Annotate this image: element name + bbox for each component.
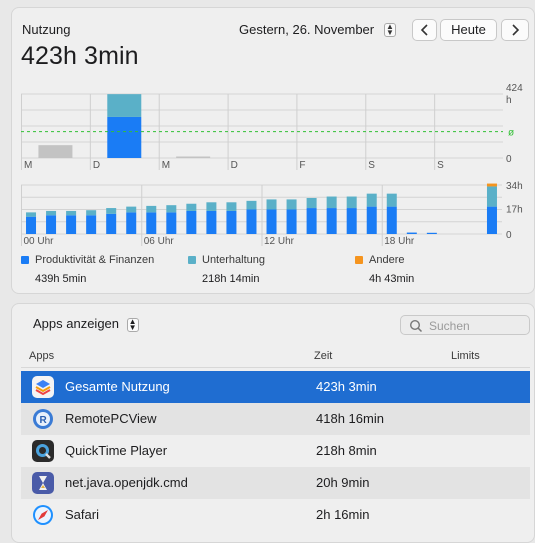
hourly-bar-segment bbox=[166, 212, 177, 234]
layers-stack-icon bbox=[32, 376, 54, 398]
app-usage-time: 423h 3min bbox=[316, 379, 377, 394]
hourly-bar-segment bbox=[186, 203, 197, 211]
hourly-bar-segment bbox=[26, 212, 37, 217]
app-name: Safari bbox=[65, 507, 99, 522]
search-field[interactable]: Suchen bbox=[400, 315, 530, 335]
hourly-y-label: 34h bbox=[506, 181, 523, 192]
apps-view-label: Apps anzeigen bbox=[33, 316, 120, 331]
hourly-bar-segment bbox=[186, 210, 197, 234]
hourly-bar-segment bbox=[66, 215, 77, 234]
hourly-bar-segment bbox=[306, 208, 317, 234]
hourly-x-label: 06 Uhr bbox=[144, 236, 175, 247]
legend-color-swatch bbox=[188, 256, 196, 264]
hourly-bar-segment bbox=[426, 232, 437, 234]
hourly-bar-segment bbox=[326, 208, 337, 234]
hourly-bar-segment bbox=[486, 183, 497, 187]
hourly-bar-segment bbox=[246, 200, 257, 210]
hourly-bar-segment bbox=[86, 210, 97, 216]
hourly-y-label: 17h bbox=[506, 205, 523, 216]
search-placeholder: Suchen bbox=[429, 319, 470, 333]
hourly-bar-segment bbox=[346, 208, 357, 234]
hourglass-icon bbox=[32, 472, 54, 494]
svg-text:R: R bbox=[40, 415, 48, 426]
hourly-bar-segment bbox=[366, 193, 377, 207]
hourly-usage-chart: 00 Uhr 06 Uhr 12 Uhr 18 Uhr 34h 17h 0 bbox=[21, 181, 523, 247]
legend-label: Unterhaltung bbox=[202, 254, 265, 266]
app-name: Gesamte Nutzung bbox=[65, 379, 170, 394]
hourly-bar-segment bbox=[286, 199, 297, 210]
apps-view-selector[interactable]: Apps anzeigen ▲ ▼ bbox=[33, 316, 139, 332]
hourly-bar-segment bbox=[46, 215, 57, 234]
app-usage-time: 218h 8min bbox=[316, 443, 377, 458]
column-header-limits[interactable]: Limits bbox=[451, 350, 480, 362]
hourly-x-label: 18 Uhr bbox=[384, 236, 415, 247]
apps-table-header: Apps Zeit Limits bbox=[21, 345, 530, 368]
app-name: RemotePCView bbox=[65, 411, 157, 426]
app-row[interactable]: net.java.openjdk.cmd 20h 9min bbox=[21, 467, 530, 499]
hourly-bar-segment bbox=[306, 197, 317, 209]
legend-label: Produktivität & Finanzen bbox=[35, 254, 155, 266]
hourly-bar-segment bbox=[126, 212, 137, 234]
safari-compass-icon bbox=[32, 504, 54, 526]
app-row[interactable]: R RemotePCView 418h 16min bbox=[21, 403, 530, 435]
legend-value: 4h 43min bbox=[369, 273, 415, 285]
hourly-bar-segment bbox=[486, 206, 497, 234]
hourly-bar-segment bbox=[346, 196, 357, 209]
hourly-bar-segment bbox=[106, 213, 117, 234]
hourly-bar-segment bbox=[86, 215, 97, 234]
hourly-bar-segment bbox=[146, 205, 157, 213]
hourly-bar-segment bbox=[386, 206, 397, 234]
hourly-bar-segment bbox=[246, 209, 257, 234]
search-icon bbox=[409, 319, 423, 333]
hourly-bar-segment bbox=[266, 199, 277, 210]
hourly-bar-segment bbox=[26, 216, 37, 234]
hourly-bar-segment bbox=[226, 210, 237, 234]
hourly-bar-segment bbox=[406, 232, 417, 234]
hourly-bar-segment bbox=[46, 210, 57, 216]
legend-value: 439h 5min bbox=[35, 273, 87, 285]
hourly-bar-segment bbox=[206, 202, 217, 211]
hourly-bar-segment bbox=[366, 206, 377, 234]
app-name: QuickTime Player bbox=[65, 443, 168, 458]
hourly-bar-segment bbox=[266, 209, 277, 234]
app-name: net.java.openjdk.cmd bbox=[65, 475, 188, 490]
hourly-x-label: 00 Uhr bbox=[24, 236, 55, 247]
app-row[interactable]: Gesamte Nutzung 423h 3min bbox=[21, 371, 530, 403]
app-usage-time: 418h 16min bbox=[316, 411, 384, 426]
quicktime-icon bbox=[32, 440, 54, 462]
legend-color-swatch bbox=[355, 256, 363, 264]
column-header-time[interactable]: Zeit bbox=[314, 350, 332, 362]
legend-color-swatch bbox=[21, 256, 29, 264]
hourly-bar-segment bbox=[126, 206, 137, 213]
legend-value: 218h 14min bbox=[202, 273, 260, 285]
hourly-bar-segment bbox=[66, 210, 77, 216]
hourly-y-label: 0 bbox=[506, 230, 512, 241]
app-row[interactable]: Safari 2h 16min bbox=[21, 499, 530, 531]
updown-chevron-icon: ▲ ▼ bbox=[126, 317, 139, 332]
hourly-bar-segment bbox=[166, 205, 177, 213]
hourly-bar-segment bbox=[226, 202, 237, 211]
app-usage-time: 20h 9min bbox=[316, 475, 370, 490]
app-row[interactable]: QuickTime Player 218h 8min bbox=[21, 435, 530, 467]
hourly-bar-segment bbox=[146, 212, 157, 234]
hourly-bar-segment bbox=[326, 196, 337, 209]
column-header-apps[interactable]: Apps bbox=[29, 350, 54, 362]
remotepc-icon: R bbox=[32, 408, 54, 430]
legend-label: Andere bbox=[369, 254, 405, 266]
hourly-bar-segment bbox=[486, 186, 497, 207]
hourly-x-label: 12 Uhr bbox=[264, 236, 295, 247]
hourly-bar-segment bbox=[206, 210, 217, 234]
hourly-bar-segment bbox=[286, 209, 297, 234]
hourly-bar-segment bbox=[386, 193, 397, 207]
app-usage-time: 2h 16min bbox=[316, 507, 370, 522]
hourly-bar-segment bbox=[106, 208, 117, 214]
